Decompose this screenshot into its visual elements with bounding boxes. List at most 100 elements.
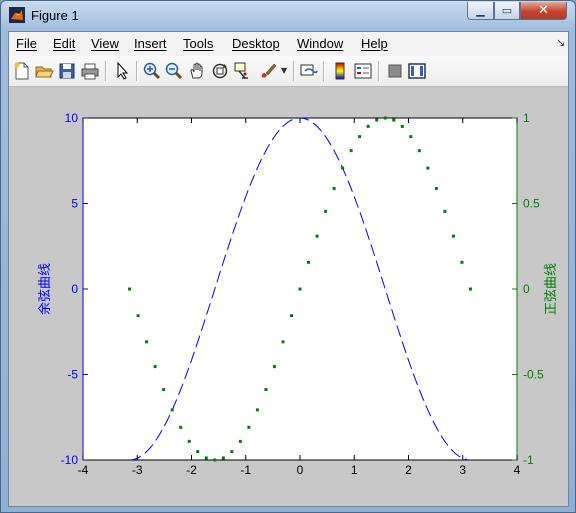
x-tick-label: 4 (514, 463, 521, 477)
toolbar-separator (293, 61, 295, 81)
sine-point (272, 365, 276, 369)
menu-insert[interactable]: Insert (134, 36, 167, 51)
right-y-tick-label: 0.5 (523, 197, 540, 211)
sine-point (375, 118, 379, 122)
figure-canvas: 10 5 0 -5 -10 1 0.5 0 -0.5 -1 -4 -3 -2 -1 0 1 2 3 4 余弦曲线… (9, 87, 568, 506)
sine-point (400, 124, 404, 128)
sine-point (460, 260, 464, 264)
menu-edit[interactable]: Edit (53, 36, 75, 51)
brush-dropdown-icon[interactable]: ▼ (281, 66, 287, 75)
left-y-axis-label: 余弦曲线 (37, 263, 52, 315)
left-y-tick-label: -5 (67, 368, 78, 382)
menu-file[interactable]: File (16, 36, 37, 51)
data-cursor-icon[interactable] (233, 61, 253, 81)
sine-point (468, 287, 472, 291)
sine-point (170, 408, 174, 412)
colorbar-icon[interactable] (330, 61, 350, 81)
print-icon[interactable] (80, 61, 100, 81)
plot-svg[interactable]: 1050-5-10 10.50-0.5-1 -4 -3 -2 -1 0 1 2 3 4 余弦曲线… (9, 87, 568, 506)
sine-point (213, 458, 217, 462)
sine-point (145, 340, 149, 344)
sine-point (392, 118, 396, 122)
menu-dock-arrow-icon[interactable]: ↘ (556, 36, 565, 49)
sine-point (255, 408, 259, 412)
menu-tools[interactable]: Tools (183, 36, 213, 51)
x-tick-label: -3 (132, 463, 143, 477)
sine-point (221, 456, 225, 460)
rotate-3d-icon[interactable] (210, 61, 230, 81)
x-tick-label: 1 (351, 463, 358, 477)
sine-point (426, 166, 430, 170)
x-tick-label: -4 (78, 463, 89, 477)
menu-help[interactable]: Help (361, 36, 388, 51)
sine-point (204, 456, 208, 460)
x-tick-label: 2 (405, 463, 412, 477)
right-y-tick-label: -1 (523, 453, 534, 467)
sine-point (417, 149, 421, 153)
sine-point (315, 234, 319, 238)
menu-view[interactable]: View (91, 36, 119, 51)
sine-point (349, 149, 353, 153)
right-y-tick-label: 0 (523, 282, 530, 296)
sine-point (443, 209, 447, 213)
figure-toolbar: ▼ (9, 56, 568, 87)
show-plot-tools-icon[interactable] (407, 61, 427, 81)
right-y-tick-label: 1 (523, 111, 530, 125)
link-plot-icon[interactable] (299, 61, 319, 81)
sine-point (290, 314, 293, 318)
zoom-out-icon[interactable] (164, 61, 184, 81)
left-y-tick-label: 5 (71, 197, 78, 211)
hide-plot-tools-icon[interactable] (385, 61, 405, 81)
sine-point (153, 365, 157, 369)
zoom-in-icon[interactable] (142, 61, 162, 81)
title-bar[interactable]: Figure 1 ▁ ▭ ✕ (1, 1, 575, 31)
minimize-icon: ▁ (476, 4, 485, 17)
figure-client-area: File Edit View Insert Tools Desktop Wind… (8, 31, 569, 507)
menu-bar: File Edit View Insert Tools Desktop Wind… (9, 32, 568, 57)
right-y-tick-label: -0.5 (523, 368, 544, 382)
sine-point (162, 388, 166, 392)
sine-point (383, 116, 387, 120)
minimize-button[interactable]: ▁ (467, 2, 494, 20)
sine-point (136, 314, 140, 318)
menu-desktop[interactable]: Desktop (232, 36, 280, 51)
toolbar-separator (105, 61, 107, 81)
close-icon: ✕ (538, 3, 549, 18)
matlab-logo-icon (9, 7, 25, 23)
sine-point (264, 388, 268, 392)
legend-icon[interactable] (353, 61, 373, 81)
sine-point (128, 287, 132, 291)
x-tick-label: 0 (297, 463, 304, 477)
maximize-icon: ▭ (501, 4, 513, 17)
window-title: Figure 1 (31, 8, 79, 23)
sine-point (196, 450, 200, 454)
left-y-tick-label: 10 (65, 111, 79, 125)
arrow-pointer-icon[interactable] (112, 61, 132, 81)
pan-hand-icon[interactable] (187, 61, 207, 81)
right-y-axis: 1 0.5 0 -0.5 -1 (512, 111, 544, 467)
maximize-button[interactable]: ▭ (494, 2, 520, 20)
new-figure-icon[interactable] (12, 61, 32, 81)
brush-icon[interactable] (258, 61, 278, 81)
x-tick-label: 3 (459, 463, 466, 477)
sine-point (409, 135, 413, 139)
save-icon[interactable] (57, 61, 77, 81)
menu-window[interactable]: Window (297, 36, 343, 51)
sine-point (179, 425, 183, 429)
x-tick-label: -1 (240, 463, 251, 477)
figure-window: Figure 1 ▁ ▭ ✕ File Edit View Insert Too… (0, 0, 576, 513)
close-button[interactable]: ✕ (520, 2, 567, 20)
right-y-axis-label: 正弦曲线 (543, 263, 558, 315)
toolbar-separator (323, 61, 325, 81)
sine-point (366, 124, 370, 128)
toolbar-separator (378, 61, 380, 81)
sine-point (307, 260, 311, 264)
sine-point (281, 340, 285, 344)
left-y-tick-label: 0 (71, 282, 78, 296)
sine-point (230, 450, 234, 454)
sine-point (358, 135, 362, 139)
open-file-icon[interactable] (34, 61, 54, 81)
sine-point (324, 209, 328, 213)
sine-point (238, 439, 242, 443)
sine-point (341, 166, 345, 170)
